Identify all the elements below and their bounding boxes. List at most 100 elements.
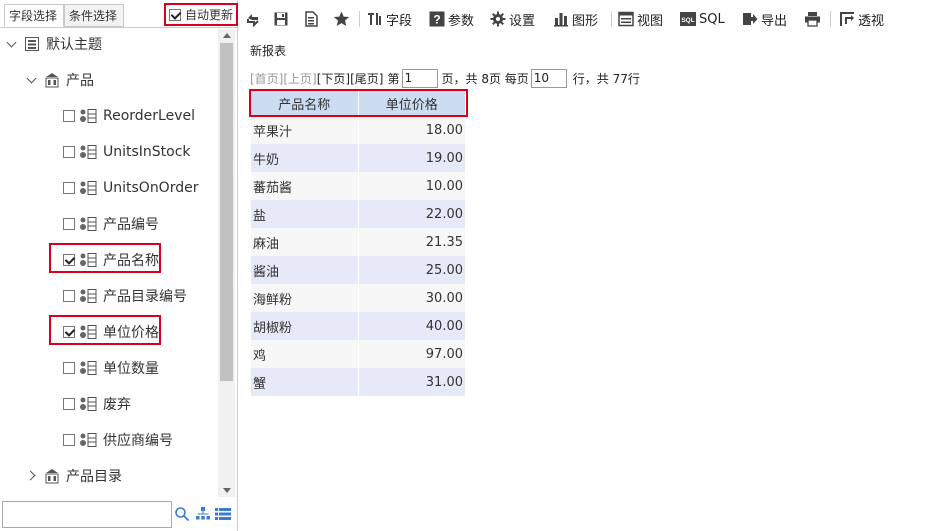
sql-button[interactable]: SQL SQL xyxy=(680,9,725,29)
field-button[interactable]: 字段 xyxy=(367,9,412,29)
report-title: 新报表 xyxy=(250,44,287,58)
tab-condition-select[interactable]: 条件选择 xyxy=(64,4,124,27)
gear-icon xyxy=(490,11,506,27)
field-checkbox[interactable] xyxy=(63,362,75,374)
tab-field-select[interactable]: 字段选择 xyxy=(4,4,64,27)
table-icon xyxy=(45,469,59,484)
field-item[interactable]: 废弃 xyxy=(63,392,131,416)
tree-node-product[interactable]: 产品 xyxy=(26,68,94,92)
field-item[interactable]: UnitsOnOrder xyxy=(63,176,198,200)
document-icon xyxy=(305,11,318,27)
cell-product-name: 胡椒粉 xyxy=(251,312,359,340)
printer-icon xyxy=(805,12,820,27)
tree-node-label: 默认主题 xyxy=(46,37,102,53)
cell-product-name: 牛奶 xyxy=(251,144,359,172)
favorite-button[interactable] xyxy=(333,9,350,29)
cell-product-name: 蕃茄酱 xyxy=(251,172,359,200)
field-icon xyxy=(80,289,97,303)
field-item[interactable]: 产品目录编号 xyxy=(63,284,187,308)
field-item[interactable]: 单位数量 xyxy=(63,356,159,380)
field-item[interactable]: 供应商编号 xyxy=(63,428,173,452)
page-info: 页，共 8页 每页 xyxy=(441,71,529,86)
svg-text:?: ? xyxy=(433,13,440,27)
field-checkbox[interactable] xyxy=(63,434,75,446)
field-checkbox[interactable] xyxy=(63,290,75,302)
field-checkbox[interactable] xyxy=(63,218,75,230)
chevron-right-icon[interactable] xyxy=(26,470,38,482)
cell-product-name: 海鲜粉 xyxy=(251,284,359,312)
field-item[interactable]: UnitsInStock xyxy=(63,140,191,164)
table-row: 麻油 21.35 xyxy=(251,228,466,256)
page-size-input[interactable]: 10 xyxy=(530,68,567,88)
field-icon xyxy=(80,433,97,447)
field-icon xyxy=(80,109,97,123)
theme-icon xyxy=(25,37,39,51)
field-button-label: 字段 xyxy=(386,13,413,29)
field-icon xyxy=(368,13,381,25)
next-page-link[interactable]: [下页] xyxy=(317,70,350,87)
auto-update-label: 自动更新 xyxy=(185,8,234,22)
save-as-button[interactable] xyxy=(303,9,319,29)
chevron-down-icon[interactable] xyxy=(26,74,38,86)
toolbar-separator xyxy=(611,11,612,27)
toolbar-separator xyxy=(359,11,360,27)
field-panel: 字段选择 条件选择 自动更新 默认主题 产品 ReorderLevel Unit… xyxy=(0,0,238,531)
cell-unit-price: 25.00 xyxy=(358,256,466,284)
param-button[interactable]: ? 参数 xyxy=(429,9,474,29)
cell-unit-price: 40.00 xyxy=(358,312,466,340)
search-icon[interactable] xyxy=(174,506,190,522)
refresh-button[interactable] xyxy=(245,9,261,29)
search-input[interactable] xyxy=(2,501,172,528)
pager: [首页] [上页] [下页] [尾页] 第 1 页，共 8页 每页 10 行，共… xyxy=(250,68,640,88)
chart-button[interactable]: 图形 xyxy=(553,9,598,29)
scroll-thumb[interactable] xyxy=(220,43,233,381)
chart-button-label: 图形 xyxy=(572,13,599,29)
page-prefix: 第 xyxy=(387,71,400,86)
tree-node-label: 产品 xyxy=(66,73,94,89)
pivot-button[interactable]: 透视 xyxy=(839,9,884,29)
pivot-button-label: 透视 xyxy=(858,13,885,29)
table-row: 牛奶 19.00 xyxy=(251,144,466,172)
row-info: 行，共 77行 xyxy=(572,71,640,86)
chevron-down-icon[interactable] xyxy=(6,38,18,50)
field-checkbox[interactable] xyxy=(63,146,75,158)
panel-tabs: 字段选择 条件选择 自动更新 xyxy=(0,0,238,28)
field-checkbox[interactable] xyxy=(63,110,75,122)
save-button[interactable] xyxy=(273,9,289,29)
page-number-input[interactable]: 1 xyxy=(401,68,438,88)
field-checkbox[interactable] xyxy=(63,398,75,410)
tree-node-catalog[interactable]: 产品目录 xyxy=(26,464,122,488)
table-row: 酱油 25.00 xyxy=(251,256,466,284)
view-button[interactable]: 视图 xyxy=(618,9,663,29)
first-page-link[interactable]: [首页] xyxy=(250,70,283,87)
tree-view-icon[interactable] xyxy=(195,506,211,522)
field-label: 单位数量 xyxy=(103,361,159,377)
report-table: 产品名称 单位价格 苹果汁 18.00 牛奶 19.00 蕃茄酱 10.00 盐 22.… xyxy=(251,90,466,396)
cell-unit-price: 30.00 xyxy=(358,284,466,312)
last-page-link[interactable]: [尾页] xyxy=(350,70,383,87)
print-button[interactable] xyxy=(804,9,821,29)
refresh-icon xyxy=(247,14,259,27)
field-label: 产品编号 xyxy=(103,217,159,233)
scroll-down-icon[interactable] xyxy=(223,488,231,493)
cell-product-name: 酱油 xyxy=(251,256,359,284)
svg-text:SQL: SQL xyxy=(681,17,694,24)
cell-product-name: 蟹 xyxy=(251,368,359,396)
auto-update-toggle[interactable]: 自动更新 xyxy=(164,3,238,26)
list-view-icon[interactable] xyxy=(214,506,232,522)
scroll-up-icon[interactable] xyxy=(223,33,231,38)
save-icon xyxy=(274,12,288,26)
cell-product-name: 鸡 xyxy=(251,340,359,368)
tree-node-root[interactable]: 默认主题 xyxy=(6,32,102,56)
export-button[interactable]: 导出 xyxy=(742,9,787,29)
field-icon xyxy=(80,217,97,231)
field-checkbox[interactable] xyxy=(63,182,75,194)
settings-button[interactable]: 设置 xyxy=(490,9,535,29)
tree-scrollbar[interactable] xyxy=(218,29,235,497)
star-icon xyxy=(333,11,350,26)
auto-update-checkbox[interactable] xyxy=(169,8,181,21)
cell-product-name: 苹果汁 xyxy=(251,116,359,144)
prev-page-link[interactable]: [上页] xyxy=(283,70,316,87)
field-item[interactable]: ReorderLevel xyxy=(63,104,195,128)
field-item[interactable]: 产品编号 xyxy=(63,212,159,236)
